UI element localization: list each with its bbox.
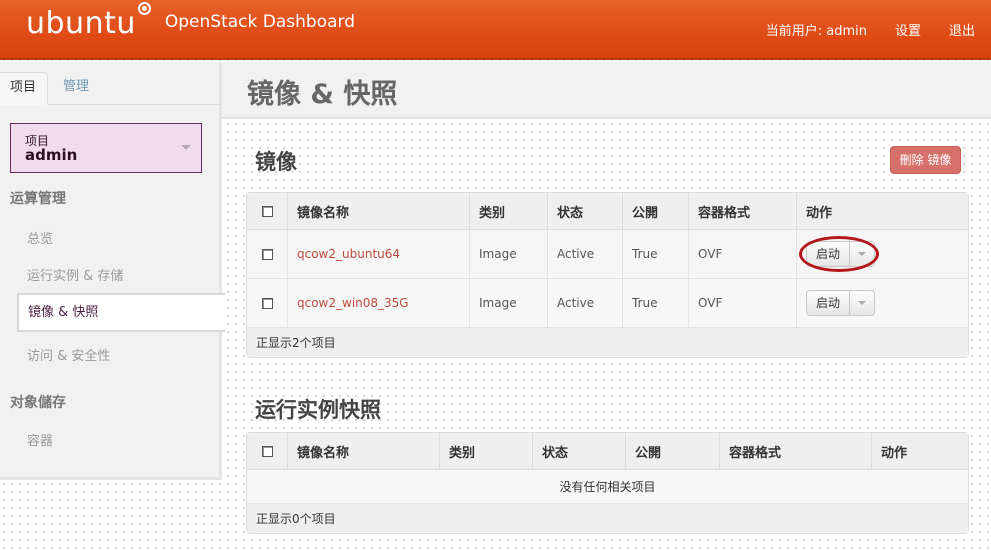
- table-row: qcow2_ubuntu64 Image Active True OVF 启动: [247, 230, 968, 279]
- sidebar: 项目 管理 项目 admin 运算管理 总览 运行实例 & 存储 镜像 & 快照…: [0, 62, 225, 480]
- column-header-format[interactable]: 容器格式: [720, 433, 872, 470]
- actions-dropdown-toggle[interactable]: [850, 242, 874, 266]
- table-footer-row: 正显示2个项目: [247, 328, 968, 357]
- brand[interactable]: ubuntu OpenStack Dashboard: [26, 2, 355, 41]
- logout-link[interactable]: 退出: [949, 20, 975, 39]
- image-status: Active: [548, 279, 623, 328]
- tab-admin[interactable]: 管理: [53, 72, 99, 105]
- table-row: qcow2_win08_35G Image Active True OVF 启动: [247, 279, 968, 328]
- dashboard-tabs: 项目 管理: [0, 72, 219, 105]
- current-user-label: 当前用户: admin: [765, 24, 867, 39]
- sidebar-item-images-snapshots[interactable]: 镜像 & 快照: [17, 293, 225, 332]
- select-all-header: [247, 433, 288, 470]
- delete-images-button[interactable]: 刪除 镜像: [890, 146, 961, 174]
- page-title: 镜像 & 快照: [247, 79, 398, 110]
- row-checkbox-cell: [247, 279, 288, 328]
- image-actions-cell: 启动: [797, 230, 968, 279]
- column-header-actions: 动作: [872, 433, 968, 470]
- image-public: True: [623, 279, 689, 328]
- row-checkbox[interactable]: [261, 298, 273, 309]
- column-header-format[interactable]: 容器格式: [689, 193, 797, 230]
- column-header-type[interactable]: 类别: [440, 433, 533, 470]
- image-format: OVF: [689, 230, 797, 279]
- column-header-status[interactable]: 状态: [533, 433, 626, 470]
- image-actions-cell: 启动: [797, 279, 968, 328]
- images-table: 镜像名称 类别 状态 公開 容器格式 动作 qcow2_ubuntu64 Ima…: [246, 192, 969, 358]
- image-format: OVF: [689, 279, 797, 328]
- column-header-name[interactable]: 镜像名称: [288, 433, 440, 470]
- image-type: Image: [470, 230, 548, 279]
- app-title: OpenStack Dashboard: [164, 12, 355, 32]
- empty-message: 没有任何相关项目: [247, 470, 968, 504]
- circle-of-friends-icon: [137, 2, 151, 15]
- column-header-status[interactable]: 状态: [548, 193, 623, 230]
- table-footer-row: 正显示0个项目: [247, 504, 968, 533]
- select-all-checkbox[interactable]: [261, 205, 273, 217]
- snapshots-table: 镜像名称 类别 状态 公開 容器格式 动作 没有任何相关项目 正显示0个项目: [246, 432, 969, 534]
- launch-button[interactable]: 启动: [807, 291, 850, 315]
- launch-split-button: 启动: [806, 290, 875, 316]
- caret-down-icon: [181, 145, 191, 150]
- sidebar-item-instances-volumes[interactable]: 运行实例 & 存储: [27, 265, 123, 284]
- top-navbar: ubuntu OpenStack Dashboard 当前用户: admin 设…: [0, 0, 991, 60]
- column-header-actions: 动作: [797, 193, 968, 230]
- snapshots-section-title: 运行实例快照: [255, 398, 381, 422]
- ubuntu-logo: ubuntu: [26, 6, 136, 41]
- images-count-footer: 正显示2个项目: [247, 328, 968, 357]
- page-header: 镜像 & 快照: [222, 62, 991, 119]
- column-header-type[interactable]: 类别: [470, 193, 548, 230]
- column-header-name[interactable]: 镜像名称: [288, 193, 470, 230]
- launch-split-button: 启动: [806, 241, 875, 267]
- tab-project[interactable]: 项目: [0, 72, 48, 105]
- row-checkbox[interactable]: [261, 249, 273, 260]
- image-public: True: [623, 230, 689, 279]
- actions-dropdown-toggle[interactable]: [850, 291, 874, 315]
- user-nav: 当前用户: admin 设置 退出: [738, 20, 975, 39]
- nav-heading-object-store: 对象儲存: [10, 395, 66, 411]
- empty-row: 没有任何相关项目: [247, 470, 968, 504]
- launch-button[interactable]: 启动: [807, 242, 850, 266]
- image-type: Image: [470, 279, 548, 328]
- sidebar-item-access-security[interactable]: 访问 & 安全性: [27, 345, 110, 364]
- column-header-public[interactable]: 公開: [626, 433, 720, 470]
- nav-heading-compute: 运算管理: [10, 191, 66, 207]
- image-status: Active: [548, 230, 623, 279]
- sidebar-item-containers[interactable]: 容器: [27, 430, 53, 449]
- select-all-checkbox[interactable]: [261, 445, 273, 457]
- images-section-title: 镜像: [255, 150, 297, 174]
- column-header-public[interactable]: 公開: [623, 193, 689, 230]
- image-name-link[interactable]: qcow2_ubuntu64: [297, 247, 400, 261]
- project-switcher-value: admin: [25, 146, 78, 164]
- image-name-link[interactable]: qcow2_win08_35G: [297, 296, 409, 310]
- settings-link[interactable]: 设置: [895, 20, 921, 39]
- image-name-cell: qcow2_ubuntu64: [288, 230, 470, 279]
- select-all-header: [247, 193, 288, 230]
- snapshots-count-footer: 正显示0个项目: [247, 504, 968, 533]
- sidebar-item-overview[interactable]: 总览: [27, 228, 53, 247]
- row-checkbox-cell: [247, 230, 288, 279]
- project-switcher[interactable]: 项目 admin: [10, 123, 202, 173]
- image-name-cell: qcow2_win08_35G: [288, 279, 470, 328]
